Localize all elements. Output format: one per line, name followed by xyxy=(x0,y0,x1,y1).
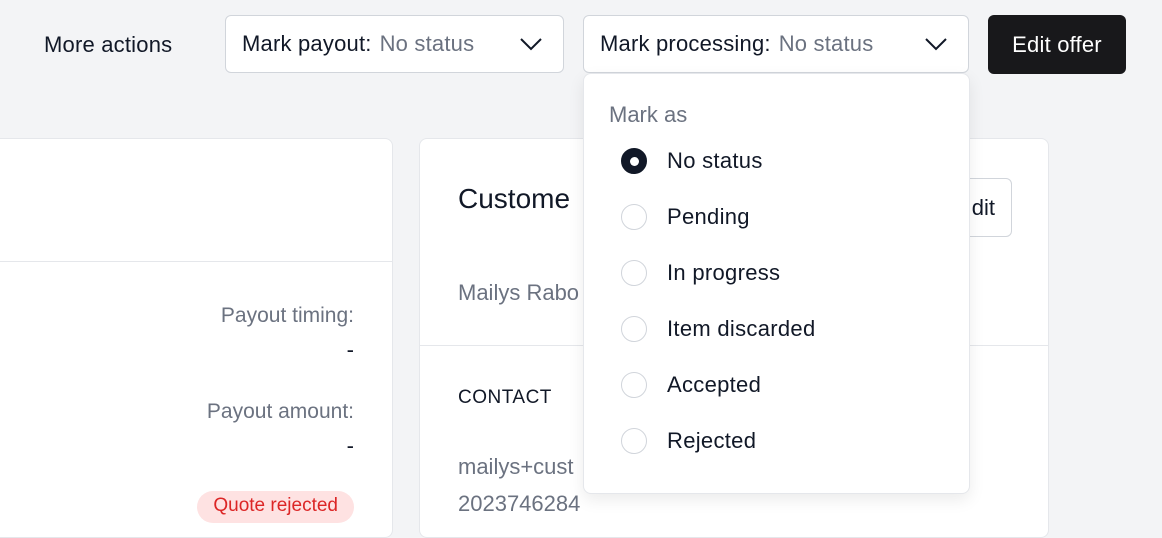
radio-checked-icon[interactable] xyxy=(621,148,647,174)
mark-payout-select[interactable]: Mark payout: No status xyxy=(225,15,564,73)
option-label: Rejected xyxy=(667,428,757,453)
option-label: Item discarded xyxy=(667,316,816,341)
dropdown-heading: Mark as xyxy=(609,102,688,127)
option-label: Accepted xyxy=(667,372,762,397)
divider xyxy=(0,261,392,262)
option-label: Pending xyxy=(667,204,750,229)
mark-processing-value: No status xyxy=(778,31,874,56)
mark-processing-select[interactable]: Mark processing: No status xyxy=(583,15,969,73)
customer-name: Mailys Rabo xyxy=(458,280,580,305)
status-badge: Quote rejected xyxy=(197,491,354,523)
chevron-down-icon xyxy=(520,38,542,51)
payout-timing-value: - xyxy=(346,337,354,362)
customer-email[interactable]: mailys+cust xyxy=(458,454,574,480)
customer-card-title: Custome xyxy=(458,183,571,214)
payout-card: Payout timing: - Payout amount: - Quote … xyxy=(0,138,393,538)
radio-icon[interactable] xyxy=(621,204,647,230)
more-actions-label: More actions xyxy=(44,32,173,57)
payout-amount-label: Payout amount: xyxy=(206,400,354,423)
option-in-progress[interactable]: In progress xyxy=(621,253,941,293)
customer-phone: 2023746284 xyxy=(458,491,581,516)
option-label: No status xyxy=(667,148,763,173)
mark-processing-dropdown: Mark as No status Pending In progress It… xyxy=(583,73,970,494)
mark-payout-label: Mark payout: xyxy=(242,31,372,56)
payout-timing-label: Payout timing: xyxy=(220,304,354,327)
action-toolbar: More actions Mark payout: No status Mark… xyxy=(0,0,1162,90)
radio-icon[interactable] xyxy=(621,372,647,398)
payout-amount-value: - xyxy=(346,433,354,458)
radio-icon[interactable] xyxy=(621,428,647,454)
mark-payout-value: No status xyxy=(379,31,475,56)
mark-processing-label: Mark processing: xyxy=(600,31,771,56)
option-item-discarded[interactable]: Item discarded xyxy=(621,309,941,349)
option-no-status[interactable]: No status xyxy=(621,141,941,181)
contact-heading: CONTACT xyxy=(458,387,552,408)
radio-icon[interactable] xyxy=(621,260,647,286)
chevron-down-icon xyxy=(925,38,947,51)
edit-offer-button[interactable]: Edit offer xyxy=(988,15,1126,74)
option-pending[interactable]: Pending xyxy=(621,197,941,237)
option-rejected[interactable]: Rejected xyxy=(621,421,941,461)
option-accepted[interactable]: Accepted xyxy=(621,365,941,405)
option-label: In progress xyxy=(667,260,781,285)
radio-icon[interactable] xyxy=(621,316,647,342)
